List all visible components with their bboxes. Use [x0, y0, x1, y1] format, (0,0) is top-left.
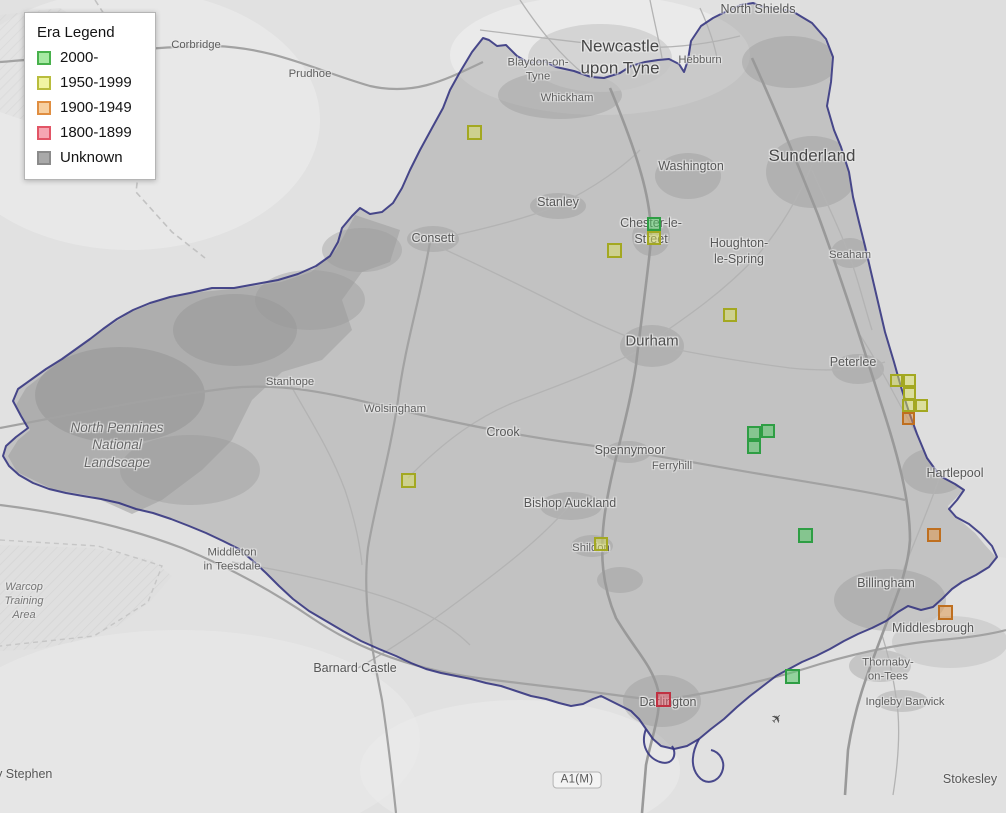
era-legend: Era Legend 2000- 1950-1999 1900-1949 1800-1…: [24, 12, 156, 180]
map-canvas[interactable]: Newcastle upon Tyne Sunderland Durham North …: [0, 0, 1006, 813]
era-marker-2000[interactable]: [747, 426, 761, 440]
era-marker-1950-1999[interactable]: [723, 308, 737, 322]
era-marker-1950-1999[interactable]: [594, 537, 608, 551]
era-marker-1900-1949[interactable]: [902, 412, 915, 425]
legend-row-unknown: Unknown: [37, 149, 143, 166]
era-marker-1950-1999[interactable]: [607, 243, 622, 258]
road-badge-a1m: A1(M): [552, 771, 602, 789]
era-marker-1950-1999[interactable]: [903, 374, 916, 387]
era-marker-2000[interactable]: [747, 440, 761, 454]
legend-label: 1800-1899: [60, 124, 132, 141]
legend-swatch-icon: [37, 50, 51, 65]
era-marker-1950-1999[interactable]: [890, 374, 903, 387]
legend-label: 1950-1999: [60, 74, 132, 91]
era-marker-1950-1999[interactable]: [902, 399, 915, 412]
era-marker-2000[interactable]: [798, 528, 813, 543]
legend-label: 2000-: [60, 49, 99, 66]
era-marker-1950-1999[interactable]: [915, 399, 928, 412]
legend-swatch-icon: [37, 150, 51, 165]
era-marker-1950-1999[interactable]: [467, 125, 482, 140]
era-marker-1950-1999[interactable]: [647, 231, 661, 245]
era-marker-1950-1999[interactable]: [401, 473, 416, 488]
legend-label: Unknown: [60, 149, 123, 166]
era-marker-1900-1949[interactable]: [927, 528, 941, 542]
legend-label: 1900-1949: [60, 99, 132, 116]
legend-swatch-icon: [37, 125, 51, 140]
legend-row-1800-1899: 1800-1899: [37, 124, 143, 141]
legend-row-2000: 2000-: [37, 49, 143, 66]
legend-items: 2000- 1950-1999 1900-1949 1800-1899 Unknown: [37, 49, 143, 166]
era-marker-2000[interactable]: [761, 424, 775, 438]
legend-row-1950-1999: 1950-1999: [37, 74, 143, 91]
legend-row-1900-1949: 1900-1949: [37, 99, 143, 116]
era-marker-1900-1949[interactable]: [938, 605, 953, 620]
legend-swatch-icon: [37, 100, 51, 115]
era-marker-2000[interactable]: [647, 217, 661, 231]
era-marker-2000[interactable]: [785, 669, 800, 684]
legend-title: Era Legend: [37, 24, 115, 41]
legend-swatch-icon: [37, 75, 51, 90]
era-marker-1800-1899[interactable]: [656, 692, 671, 707]
